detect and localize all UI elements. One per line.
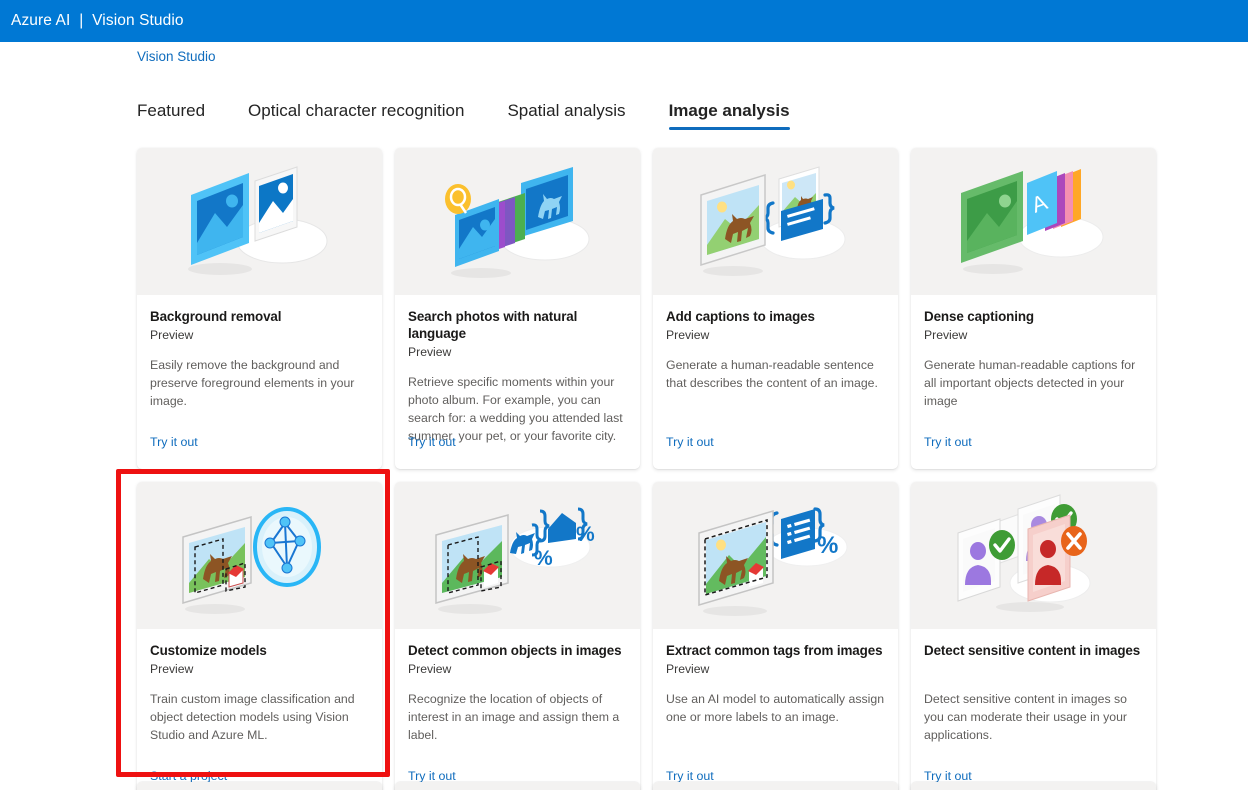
card-body: Add captions to images Preview Generate … xyxy=(653,295,898,469)
tab-image-analysis[interactable]: Image analysis xyxy=(668,101,790,130)
peek-card-art xyxy=(395,782,640,790)
photo-caption-braces-icon xyxy=(699,165,845,276)
card-action-link[interactable]: Try it out xyxy=(666,435,714,449)
people-check-cross-icon xyxy=(957,493,1090,612)
card-customize-models[interactable]: Customize models Preview Train custom im… xyxy=(137,482,382,790)
app-title: Azure AI | Vision Studio xyxy=(11,12,184,29)
card-title: Add captions to images xyxy=(666,309,815,324)
card-illustration: A xyxy=(911,148,1156,295)
card-description: Use an AI model to automatically assign … xyxy=(666,691,885,724)
card-illustration: % xyxy=(653,482,898,629)
card-body: Background removal Preview Easily remove… xyxy=(137,295,382,469)
card-badge: Preview xyxy=(666,327,710,342)
peek-card[interactable] xyxy=(395,782,640,790)
tab-bar: Featured Optical character recognition S… xyxy=(137,101,790,130)
peek-card-art xyxy=(911,782,1156,790)
card-illustration xyxy=(137,148,382,295)
card-dense-captioning[interactable]: A Dense captioning Preview Generate huma… xyxy=(911,148,1156,469)
card-illustration xyxy=(395,148,640,295)
card-badge: Preview xyxy=(408,661,452,676)
peek-card-art xyxy=(137,782,382,790)
card-action-link[interactable]: Try it out xyxy=(408,435,456,449)
peek-card[interactable] xyxy=(137,782,382,790)
photo-taglist-percent-icon: % xyxy=(697,506,847,616)
svg-text:%: % xyxy=(534,547,553,570)
tab-label: Optical character recognition xyxy=(248,101,465,120)
card-title: Detect sensitive content in images xyxy=(924,643,1141,658)
feature-card-grid: Background removal Preview Easily remove… xyxy=(137,148,1167,790)
card-description: Recognize the location of objects of int… xyxy=(408,691,620,742)
card-illustration xyxy=(137,482,382,629)
card-title: Dense captioning xyxy=(924,309,1035,324)
card-title: Search photos with natural language xyxy=(408,309,578,341)
breadcrumb[interactable]: Vision Studio xyxy=(137,49,216,64)
card-body: Extract common tags from images Preview … xyxy=(653,629,898,790)
card-illustration: % % xyxy=(395,482,640,629)
photo-stack-search-dog-icon xyxy=(444,166,589,278)
card-illustration xyxy=(653,148,898,295)
card-body: Detect sensitive content in images Detec… xyxy=(911,629,1156,790)
card-description: Easily remove the background and preserv… xyxy=(150,357,355,408)
tab-featured[interactable]: Featured xyxy=(137,101,205,130)
svg-text:%: % xyxy=(817,532,838,559)
card-body: Dense captioning Preview Generate human-… xyxy=(911,295,1156,469)
card-action-link[interactable]: Try it out xyxy=(150,435,198,449)
card-action-link[interactable]: Try it out xyxy=(924,435,972,449)
card-detect-common-objects-in-images[interactable]: % % Detect common objects in images Prev… xyxy=(395,482,640,790)
card-description: Generate human-readable captions for all… xyxy=(924,357,1136,408)
breadcrumb-label: Vision Studio xyxy=(137,49,216,64)
card-action-link[interactable]: Try it out xyxy=(408,769,456,783)
card-title: Background removal xyxy=(150,309,282,324)
card-search-photos-with-natural-language[interactable]: Search photos with natural language Prev… xyxy=(395,148,640,469)
tab-label: Spatial analysis xyxy=(507,101,626,120)
two-photo-frames-blue-icon xyxy=(187,165,327,275)
tab-spatial-analysis[interactable]: Spatial analysis xyxy=(507,101,625,130)
svg-text:%: % xyxy=(576,523,595,546)
peek-card[interactable] xyxy=(911,782,1156,790)
app-header: Azure AI | Vision Studio xyxy=(0,0,1248,42)
card-description: Generate a human-readable sentence that … xyxy=(666,357,878,390)
green-photo-letter-cards-icon: A xyxy=(960,168,1103,274)
tab-label: Featured xyxy=(137,101,206,120)
card-description: Train custom image classification and ob… xyxy=(150,691,355,742)
card-add-captions-to-images[interactable]: Add captions to images Preview Generate … xyxy=(653,148,898,469)
card-title: Detect common objects in images xyxy=(408,643,622,658)
card-title: Customize models xyxy=(150,643,267,658)
card-badge: Preview xyxy=(408,344,452,359)
card-description: Retrieve specific moments within your ph… xyxy=(408,374,623,443)
tab-label: Image analysis xyxy=(668,101,790,120)
peek-card-art xyxy=(653,782,898,790)
card-illustration xyxy=(911,482,1156,629)
card-extract-common-tags-from-images[interactable]: % Extract common tags from images Previe… xyxy=(653,482,898,790)
card-badge: Preview xyxy=(666,661,710,676)
card-body: Search photos with natural language Prev… xyxy=(395,295,640,469)
card-body: Detect common objects in images Preview … xyxy=(395,629,640,790)
card-badge: Preview xyxy=(150,661,194,676)
card-action-link[interactable]: Try it out xyxy=(924,769,972,783)
card-background-removal[interactable]: Background removal Preview Easily remove… xyxy=(137,148,382,469)
card-badge: Preview xyxy=(924,327,968,342)
card-detect-sensitive-content-in-images[interactable]: Detect sensitive content in images Detec… xyxy=(911,482,1156,790)
card-action-link[interactable]: Try it out xyxy=(666,769,714,783)
peek-card[interactable] xyxy=(653,782,898,790)
photo-neural-graph-icon xyxy=(181,506,321,614)
next-row-peek xyxy=(137,782,1167,790)
card-description: Detect sensitive content in images so yo… xyxy=(924,691,1128,742)
card-badge: Preview xyxy=(150,327,194,342)
card-title: Extract common tags from images xyxy=(666,643,883,658)
photo-objects-percent-icon: % % xyxy=(434,507,595,614)
card-action-link[interactable]: Start a project xyxy=(150,769,227,783)
tab-optical-character-recognition[interactable]: Optical character recognition xyxy=(248,101,464,130)
card-body: Customize models Preview Train custom im… xyxy=(137,629,382,790)
